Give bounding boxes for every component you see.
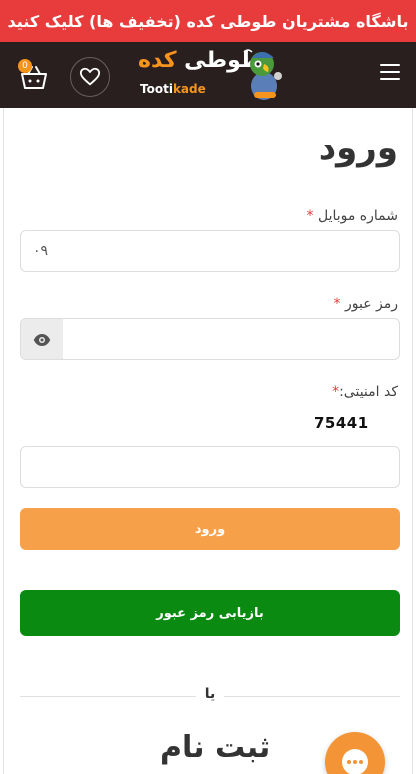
or-separator: یا <box>196 686 224 702</box>
captcha-code: 75441 <box>314 414 369 432</box>
chat-button[interactable] <box>325 732 385 774</box>
mobile-label: شماره موبایل * <box>307 208 398 224</box>
register-title: ثبت نام <box>160 730 271 765</box>
show-password-button[interactable] <box>21 319 63 359</box>
hamburger-menu-button[interactable] <box>380 64 400 82</box>
menu-icon-bar <box>380 71 400 73</box>
required-mark: * <box>333 296 341 312</box>
menu-icon <box>380 64 400 66</box>
required-mark: * <box>306 208 314 224</box>
logo-word-accent: کده <box>138 48 177 73</box>
logo-latin: Tootikade <box>140 82 206 96</box>
page-title: ورود <box>318 128 398 168</box>
mobile-label-text: شماره موبایل <box>317 208 398 224</box>
cart-button[interactable]: 0 <box>14 58 54 98</box>
site-header: 0 طوطی کده Tootikade <box>0 42 416 108</box>
chat-icon <box>342 749 368 774</box>
promo-banner[interactable]: باشگاه مشتریان طوطی کده (تخفیف ها) کلیک … <box>0 0 416 42</box>
heart-icon <box>79 67 101 86</box>
site-logo[interactable]: طوطی کده Tootikade <box>136 46 286 104</box>
captcha-input[interactable] <box>20 446 400 488</box>
logo-latin-accent: kade <box>172 82 206 96</box>
promo-text: باشگاه مشتریان طوطی کده (تخفیف ها) کلیک … <box>7 11 409 31</box>
password-label: رمز عبور * <box>334 296 398 312</box>
mobile-input-value: ۰۹ <box>33 243 49 259</box>
mobile-input[interactable]: ۰۹ <box>20 230 400 272</box>
captcha-label-text: کد امنیتی: <box>339 384 398 400</box>
login-button[interactable]: ورود <box>20 508 400 550</box>
recover-password-button[interactable]: بازیابی رمز عبور <box>20 590 400 636</box>
password-input[interactable] <box>63 319 399 359</box>
cart-count-badge: 0 <box>18 59 32 73</box>
password-label-text: رمز عبور <box>344 296 398 312</box>
eye-icon <box>33 334 51 346</box>
wishlist-button[interactable] <box>70 57 110 97</box>
password-field <box>20 318 400 360</box>
captcha-label: کد امنیتی:* <box>332 384 398 400</box>
login-page: ورود شماره موبایل * ۰۹ رمز عبور * کد امن… <box>0 108 416 774</box>
parrot-mascot-icon <box>243 49 282 100</box>
menu-icon-bar <box>380 78 400 80</box>
logo-latin-main: Tooti <box>140 82 173 96</box>
